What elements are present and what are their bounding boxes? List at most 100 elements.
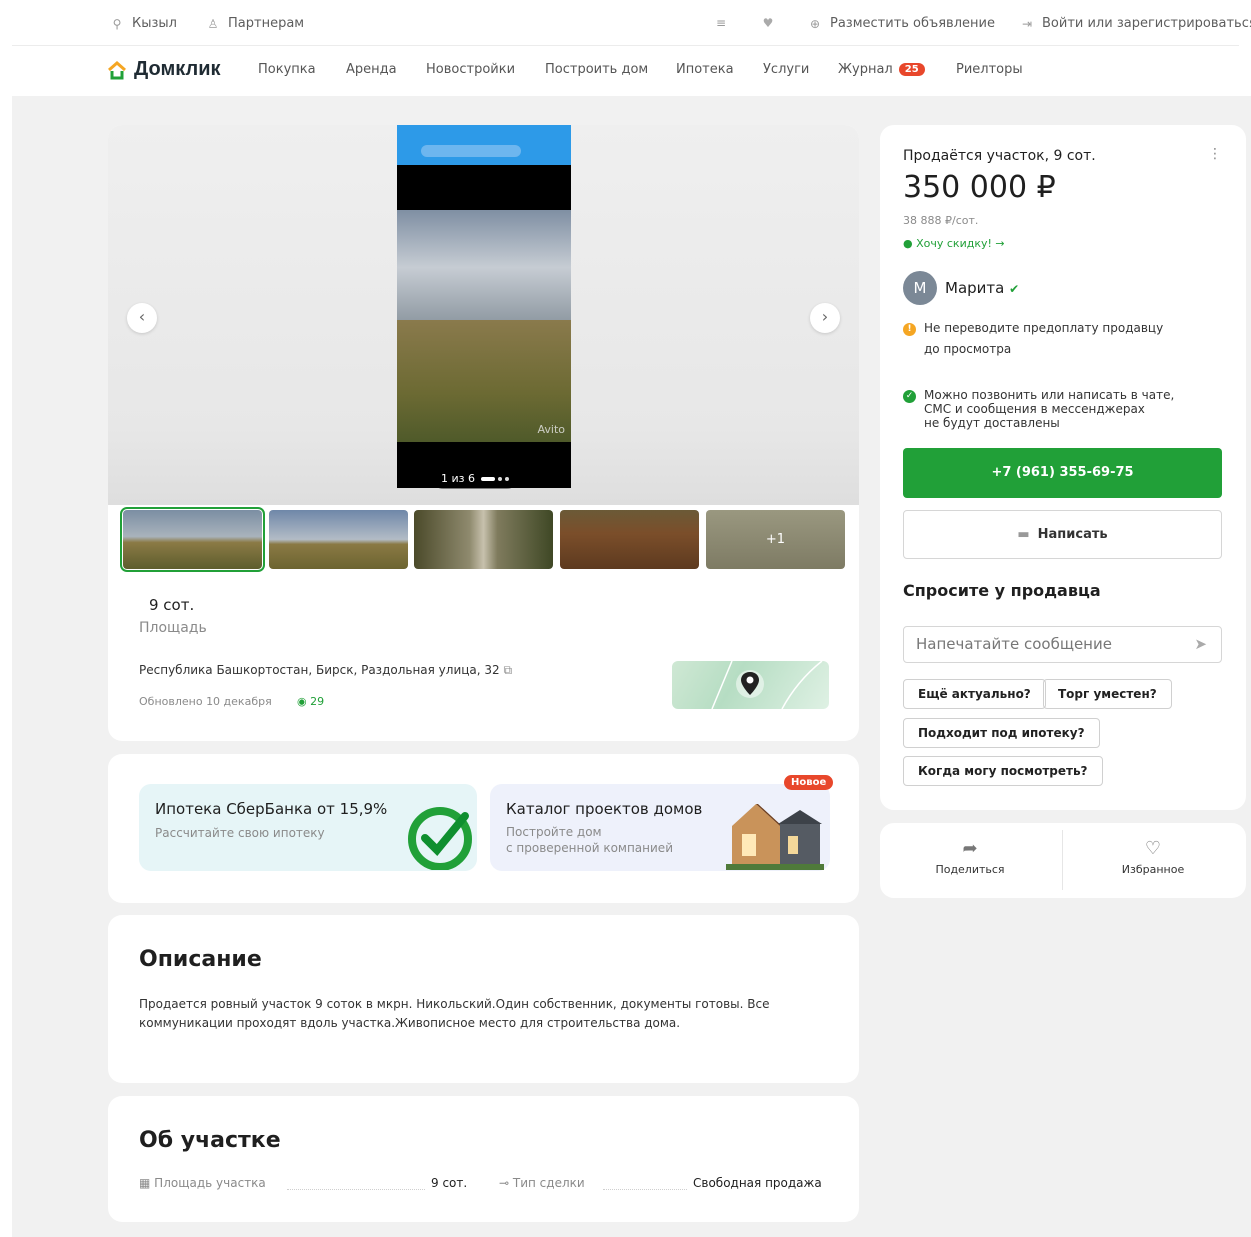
catalog-promo-sub1: Постройте дом <box>506 825 602 839</box>
chip-mortgage[interactable]: Подходит под ипотеку? <box>903 718 1100 748</box>
main-photo[interactable]: Avito <box>397 125 571 488</box>
gallery-next-button[interactable]: › <box>810 303 840 333</box>
verified-icon: ✔ <box>1009 282 1020 296</box>
description-line-2: коммуникации проходят вдоль участка.Живо… <box>139 1016 681 1030</box>
post-ad-label: Разместить объявление <box>830 16 995 31</box>
gallery-prev-button[interactable]: ‹ <box>127 303 157 333</box>
mortgage-promo-subtitle: Рассчитайте свою ипотеку <box>155 826 325 840</box>
nav-item-buy[interactable]: Покупка <box>258 62 316 77</box>
notice-line-1: Можно позвонить или написать в чате, <box>924 388 1175 402</box>
prepayment-warning: ! Не переводите предоплату продавцу до п… <box>903 321 1163 357</box>
offer-title: Продаётся участок, 9 сот. <box>903 148 1096 164</box>
thumbnail-4[interactable] <box>560 510 699 569</box>
area-icon: ▦ <box>139 1176 151 1190</box>
chat-icon: ▬ <box>1017 527 1030 542</box>
favorite-button[interactable]: ♡ Избранное <box>1063 838 1243 876</box>
eye-icon: ◉ <box>297 695 307 708</box>
counter-label: 1 из 6 <box>441 472 475 485</box>
nav-item-rent[interactable]: Аренда <box>346 62 397 77</box>
chip-viewing[interactable]: Когда могу посмотреть? <box>903 756 1103 786</box>
city-selector[interactable]: ⚲ Кызыл <box>110 16 177 31</box>
address: Республика Башкортостан, Бирск, Раздольн… <box>139 663 512 678</box>
more-options-icon[interactable]: ⋮ <box>1208 146 1222 162</box>
thumbnail-1[interactable] <box>120 507 265 572</box>
about-title: Об участке <box>139 1128 281 1153</box>
dotted-leader <box>603 1189 687 1190</box>
send-icon[interactable]: ➤ <box>1194 627 1207 662</box>
login-icon: ⇥ <box>1021 16 1033 31</box>
about-deal-value: Свободная продажа <box>693 1176 822 1190</box>
thumbnail-2[interactable] <box>269 510 408 569</box>
nav-item-mortgage[interactable]: Ипотека <box>676 62 734 77</box>
nav-item-new-buildings[interactable]: Новостройки <box>426 62 515 77</box>
catalog-promo-title: Каталог проектов домов <box>506 800 703 818</box>
address-text: Республика Башкортостан, Бирск, Раздольн… <box>139 663 500 677</box>
journal-badge: 25 <box>898 63 925 76</box>
ask-seller-title: Спросите у продавца <box>903 581 1101 600</box>
catalog-promo-sub2: с проверенной компанией <box>506 841 673 855</box>
write-button[interactable]: ▬ Написать <box>903 510 1222 559</box>
avatar[interactable]: М <box>903 271 937 305</box>
photo-sky <box>397 210 571 325</box>
shield-check-icon: ✓ <box>903 390 916 403</box>
thumbnail-3[interactable] <box>414 510 553 569</box>
share-button[interactable]: ➦ Поделиться <box>880 838 1060 876</box>
journal-label: Журнал <box>838 62 893 77</box>
nav-item-services[interactable]: Услуги <box>763 62 809 77</box>
logo[interactable]: Домклик <box>106 58 221 81</box>
compare-button[interactable]: ≡ <box>714 16 728 30</box>
seller-name[interactable]: Марита ✔ <box>945 279 1019 297</box>
city-label: Кызыл <box>132 16 177 31</box>
key-icon: ⊸ <box>499 1176 510 1190</box>
divider <box>12 45 1239 46</box>
sber-logo-icon <box>408 807 472 870</box>
mortgage-promo[interactable]: Ипотека СберБанка от 15,9% Рассчитайте с… <box>139 784 477 871</box>
message-input[interactable]: Напечатайте сообщение ➤ <box>903 626 1222 663</box>
message-placeholder: Напечатайте сообщение <box>916 635 1112 653</box>
discount-icon: ● <box>903 237 913 250</box>
warning-1-line-2: до просмотра <box>924 342 1012 356</box>
thumbnail-5-more[interactable]: +1 <box>706 510 845 569</box>
write-label: Написать <box>1037 527 1108 542</box>
house-image <box>726 804 824 870</box>
contact-notice: ✓ Можно позвонить или написать в чате, С… <box>903 388 1174 430</box>
share-icon: ➦ <box>962 838 978 859</box>
new-badge: Новое <box>784 775 834 790</box>
logo-icon <box>108 60 126 79</box>
description-line-1: Продается ровный участок 9 соток в мкрн.… <box>139 997 770 1011</box>
logo-text: Домклик <box>134 58 221 80</box>
chip-bargain[interactable]: Торг уместен? <box>1043 679 1172 709</box>
photo-counter: 1 из 6 <box>433 469 517 489</box>
about-card <box>108 1096 859 1222</box>
views-count: ◉ 29 <box>297 695 324 708</box>
about-deal-label: ⊸ Тип сделки <box>499 1176 585 1190</box>
notice-line-3: не будут доставлены <box>924 416 1060 430</box>
login-link[interactable]: ⇥ Войти или зарегистрироваться <box>1020 16 1251 31</box>
chip-still-actual[interactable]: Ещё актуально? <box>903 679 1046 709</box>
about-deal-label-text: Тип сделки <box>512 1176 585 1190</box>
description-title: Описание <box>139 947 262 972</box>
partners-link[interactable]: ♙ Партнерам <box>206 16 304 31</box>
favorites-button[interactable]: ♥ <box>761 16 775 30</box>
favorite-label: Избранное <box>1121 863 1185 876</box>
price: 350 000 ₽ <box>903 170 1056 205</box>
house-catalog-promo[interactable]: Каталог проектов домов Постройте дом с п… <box>490 775 834 871</box>
phone-urlbar <box>421 145 521 157</box>
heart-icon: ♥ <box>762 16 774 30</box>
show-phone-button[interactable]: +7 (961) 355-69-75 <box>903 448 1222 498</box>
nav-item-build-house[interactable]: Построить дом <box>545 62 648 77</box>
post-ad-link[interactable]: ⊕ Разместить объявление <box>808 16 995 31</box>
warning-icon: ! <box>903 323 916 336</box>
person-icon: ♙ <box>207 16 219 31</box>
about-area-value: 9 сот. <box>431 1176 468 1190</box>
views-label: 29 <box>310 695 325 708</box>
discount-link[interactable]: ● Хочу скидку! → <box>903 237 1005 250</box>
area-label: Площадь <box>139 620 207 636</box>
share-label: Поделиться <box>935 863 1005 876</box>
price-per-unit: 38 888 ₽/сот. <box>903 214 979 227</box>
nav-item-journal[interactable]: Журнал 25 <box>838 62 925 77</box>
mortgage-promo-title: Ипотека СберБанка от 15,9% <box>155 800 388 818</box>
compare-icon: ≡ <box>715 16 727 30</box>
copy-icon[interactable]: ⧉ <box>504 663 513 677</box>
nav-item-realtors[interactable]: Риелторы <box>956 62 1023 77</box>
